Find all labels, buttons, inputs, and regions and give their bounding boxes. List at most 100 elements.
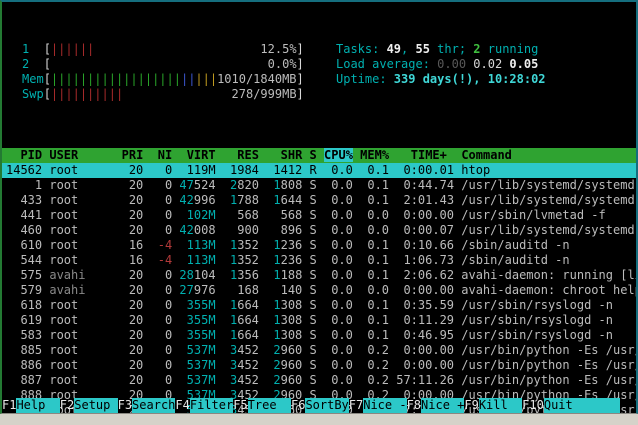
process-row[interactable]: 887 root 20 0 537M 3452 2960 S 0.0 0.2 5… (2, 373, 636, 388)
cell-segment: 537M (179, 373, 216, 387)
cell-segment: /usr/lib/systemd/systemd- (461, 223, 638, 237)
process-row[interactable]: 610 root 16 -4 113M 1352 1236 S 0.0 0.1 … (2, 238, 636, 253)
cell-segment: 2:01.43 (396, 193, 462, 207)
process-row[interactable]: 619 root 20 0 355M 1664 1308 S 0.0 0.1 0… (2, 313, 636, 328)
cell-segment: 57:11.26 (396, 373, 462, 387)
cell-segment: avahi (49, 268, 122, 282)
column-header-time[interactable]: TIME+ (396, 148, 454, 162)
cell-segment: 579 (6, 283, 50, 297)
cell-segment: 537M (179, 343, 216, 357)
column-header-pri[interactable]: PRI (122, 148, 144, 162)
process-row[interactable]: 885 root 20 0 537M 3452 2960 S 0.0 0.2 0… (2, 343, 636, 358)
cell-segment: 1 (222, 298, 238, 312)
fkey-f6[interactable]: F6 SortBy (291, 398, 349, 413)
cell-segment (302, 253, 309, 267)
column-header-cpu[interactable]: CPU% (324, 148, 353, 162)
cpu2-meter: 2 [0.0%] (22, 57, 308, 72)
fkey-label: SortBy (305, 398, 349, 413)
fkey-f10[interactable]: F10 Quit (522, 398, 620, 413)
column-header-s[interactable]: S (310, 148, 317, 162)
column-header-command[interactable]: Command (461, 148, 512, 162)
column-separator (143, 148, 150, 162)
cell-segment: 0.0 (323, 328, 361, 342)
cell-segment: 2 (266, 373, 281, 387)
fkey-f8[interactable]: F8 Nice + (407, 398, 465, 413)
cell-segment (302, 373, 309, 387)
meter-bracket-icon: ] (296, 42, 304, 56)
meters-panel: 1 [|||||| 12.5%] 2 [0.0%] Mem[|||||||||||||… (22, 42, 308, 102)
cell-segment: 441 (6, 208, 50, 222)
cell-segment: avahi-daemon: chroot help (461, 283, 638, 297)
cell-segment: root (49, 208, 122, 222)
cell-segment: /usr/sbin/rsyslogd -n (461, 313, 613, 327)
process-row[interactable]: 441 root 20 0 102M 568 568 S 0.0 0.0 0:0… (2, 208, 636, 223)
cell-segment: 0 (150, 283, 180, 297)
process-row[interactable]: 886 root 20 0 537M 3452 2960 S 0.0 0.2 0… (2, 358, 636, 373)
cell-segment: 524 (193, 178, 216, 192)
text-segment: , (401, 42, 416, 56)
cell-segment: 2 (222, 178, 238, 192)
text-segment: Uptime: (336, 72, 394, 86)
cell-segment: S (309, 373, 324, 387)
fkey-f9[interactable]: F9 Kill (464, 398, 523, 413)
meter-bar-segment: |||||||||| (50, 87, 124, 101)
fkey-f2[interactable]: F2 Setup (60, 398, 118, 413)
cell-segment: 0.1 (360, 178, 397, 192)
cell-segment: 42 (179, 223, 194, 237)
process-row[interactable]: 618 root 20 0 355M 1664 1308 S 0.0 0.1 0… (2, 298, 636, 313)
text-segment: 339 days(!), 10:28:02 (393, 72, 546, 86)
meter-bar: |||||||||| 278/999MB (51, 87, 297, 102)
column-header-shr[interactable]: SHR (266, 148, 303, 162)
cell-segment: S (309, 358, 324, 372)
fkey-number: F1 (2, 398, 17, 412)
cell-segment (302, 178, 309, 192)
fkey-f3[interactable]: F3 Search (118, 398, 176, 413)
column-header-ni[interactable]: NI (151, 148, 172, 162)
column-header-virt[interactable]: VIRT (179, 148, 216, 162)
cell-segment: 618 (6, 298, 50, 312)
process-row[interactable]: 433 root 20 0 42996 1788 1644 S 0.0 0.1 … (2, 193, 636, 208)
cell-segment: 113M (179, 253, 216, 267)
process-row[interactable]: 460 root 20 0 42008 900 896 S 0.0 0.0 0:… (2, 223, 636, 238)
cell-segment: 0:00.00 (396, 283, 462, 297)
fkey-f4[interactable]: F4 Filter (175, 398, 234, 413)
process-row[interactable]: 579 avahi 20 0 27976 168 140 S 0.0 0.0 0… (2, 283, 636, 298)
summary-panel: Tasks: 49, 55 thr; 2 running Load average… (336, 42, 546, 102)
process-table: PID USER PRI NI VIRT RES SHR S CPU% MEM%… (2, 148, 636, 413)
column-header-mem[interactable]: MEM% (360, 148, 389, 162)
cell-segment: 104 (193, 268, 216, 282)
cell-segment: /usr/lib/systemd/systemd (461, 178, 635, 192)
fkey-label: Setup (74, 398, 118, 413)
process-row[interactable]: 14562 root 20 0 119M 1984 1412 R 0.0 0.1… (2, 163, 636, 178)
meter-bar: ||||||||||||||||||||||| 1010/1840MB (51, 72, 297, 87)
column-header-user[interactable]: USER (49, 148, 114, 162)
process-row[interactable]: 544 root 16 -4 113M 1352 1236 S 0.0 0.1 … (2, 253, 636, 268)
cell-segment: 1 (222, 328, 238, 342)
cell-segment: 887 (6, 373, 50, 387)
column-header-res[interactable]: RES (223, 148, 259, 162)
cell-segment: 140 (266, 283, 303, 297)
cell-segment: 0:46.95 (396, 328, 462, 342)
cell-segment: 1 (222, 193, 238, 207)
column-separator (114, 148, 121, 162)
text-segment: Tasks: (336, 42, 387, 56)
cell-segment: 0 (150, 298, 180, 312)
cell-segment: 352 (237, 238, 259, 252)
fkey-f7[interactable]: F7 Nice - (349, 398, 407, 413)
cell-segment: avahi-daemon: running [li (461, 268, 638, 282)
process-row[interactable]: 583 root 20 0 355M 1664 1308 S 0.0 0.1 0… (2, 328, 636, 343)
uptime: Uptime: 339 days(!), 10:28:02 (336, 72, 546, 87)
cell-segment (302, 268, 309, 282)
cell-segment: 960 (280, 358, 303, 372)
cell-segment: root (49, 328, 122, 342)
cell-segment: 3 (222, 343, 238, 357)
column-header-pid[interactable]: PID (6, 148, 42, 162)
process-table-header: PID USER PRI NI VIRT RES SHR S CPU% MEM%… (2, 148, 636, 163)
process-row[interactable]: 575 avahi 20 0 28104 1356 1188 S 0.0 0.1… (2, 268, 636, 283)
cell-segment: 0:10.66 (396, 238, 462, 252)
cell-segment: 355M (179, 313, 216, 327)
fkey-f1[interactable]: F1 Help (2, 398, 60, 413)
cell-segment: 0.0 (360, 283, 397, 297)
process-row[interactable]: 1 root 20 0 47524 2820 1808 S 0.0 0.1 0:… (2, 178, 636, 193)
fkey-f5[interactable]: F5 Tree (233, 398, 291, 413)
